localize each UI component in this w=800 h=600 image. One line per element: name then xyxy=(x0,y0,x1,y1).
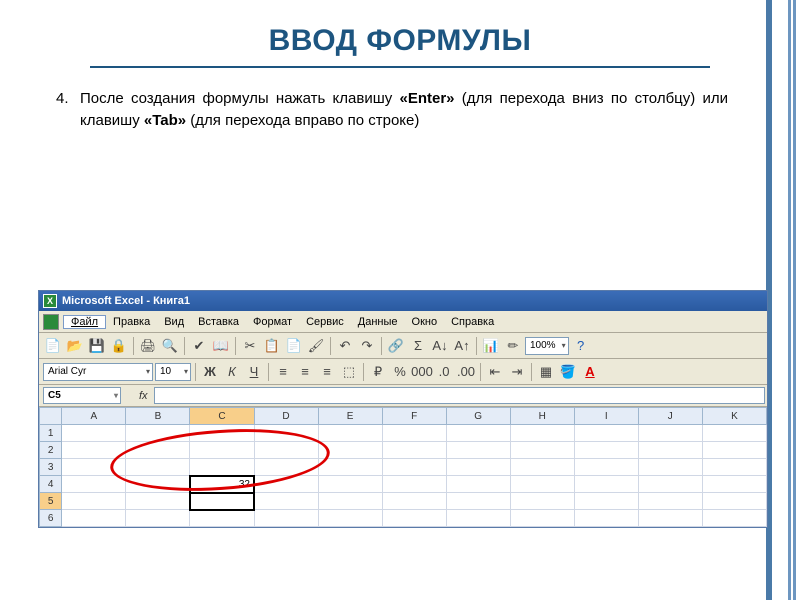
formula-bar[interactable] xyxy=(154,387,765,404)
percent-icon[interactable]: % xyxy=(390,362,410,382)
save-icon[interactable]: 💾 xyxy=(87,336,107,356)
decrease-decimal-icon[interactable]: .00 xyxy=(456,362,476,382)
zoom-select[interactable]: 100% xyxy=(525,337,569,355)
col-header[interactable]: K xyxy=(702,408,766,425)
col-header[interactable]: C xyxy=(190,408,254,425)
excel-titlebar: X Microsoft Excel - Книга1 xyxy=(39,291,767,311)
col-header[interactable]: E xyxy=(318,408,382,425)
cell-c4[interactable]: 32 xyxy=(190,476,254,493)
slide-content: 4. После создания формулы нажать клавишу… xyxy=(0,88,800,132)
research-icon[interactable]: 📖 xyxy=(211,336,231,356)
copy-icon[interactable]: 📋 xyxy=(262,336,282,356)
preview-icon[interactable]: 🔍 xyxy=(160,336,180,356)
open-icon[interactable]: 📂 xyxy=(65,336,85,356)
list-number: 4. xyxy=(56,88,80,132)
font-name-select[interactable]: Arial Cyr xyxy=(43,363,153,381)
col-header[interactable]: B xyxy=(126,408,190,425)
fx-label[interactable]: fx xyxy=(139,390,148,402)
borders-icon[interactable]: ▦ xyxy=(536,362,556,382)
underline-button[interactable]: Ч xyxy=(244,362,264,382)
sort-desc-icon[interactable]: A↑ xyxy=(452,336,472,356)
slide-title: ВВОД ФОРМУЛЫ xyxy=(0,0,800,62)
workbook-icon xyxy=(43,314,59,330)
print-icon[interactable]: 🖨 xyxy=(138,336,158,356)
text-part: (для перехода вправо по строке) xyxy=(186,112,419,129)
permission-icon[interactable]: 🔒 xyxy=(109,336,129,356)
font-color-icon[interactable]: A xyxy=(580,362,600,382)
excel-icon: X xyxy=(43,294,57,308)
menu-format[interactable]: Формат xyxy=(246,316,299,328)
standard-toolbar: 📄 📂 💾 🔒 🖨 🔍 ✔ 📖 ✂ 📋 📄 🖌 ↶ ↷ 🔗 Σ A↓ A↑ � xyxy=(39,333,767,359)
excel-window: X Microsoft Excel - Книга1 Файл Правка В… xyxy=(38,290,768,528)
text-bold: «Enter» xyxy=(400,90,455,107)
currency-icon[interactable]: ₽ xyxy=(368,362,388,382)
font-size-select[interactable]: 10 xyxy=(155,363,191,381)
col-header[interactable]: I xyxy=(574,408,638,425)
menu-file[interactable]: Файл xyxy=(63,315,106,329)
col-header[interactable]: D xyxy=(254,408,318,425)
bold-button[interactable]: Ж xyxy=(200,362,220,382)
row-header[interactable]: 1 xyxy=(40,425,62,442)
formula-bar-row: C5 fx xyxy=(39,385,767,407)
autosum-icon[interactable]: Σ xyxy=(408,336,428,356)
chart-icon[interactable]: 📊 xyxy=(481,336,501,356)
increase-decimal-icon[interactable]: .0 xyxy=(434,362,454,382)
excel-title: Microsoft Excel - Книга1 xyxy=(62,295,190,307)
text-part: После создания формулы нажать клавишу xyxy=(80,90,400,107)
menu-data[interactable]: Данные xyxy=(351,316,405,328)
format-painter-icon[interactable]: 🖌 xyxy=(306,336,326,356)
col-header[interactable]: F xyxy=(382,408,446,425)
col-header[interactable]: A xyxy=(62,408,126,425)
decrease-indent-icon[interactable]: ⇤ xyxy=(485,362,505,382)
text-bold: «Tab» xyxy=(144,112,186,129)
align-right-icon[interactable]: ≡ xyxy=(317,362,337,382)
menu-insert[interactable]: Вставка xyxy=(191,316,246,328)
merge-icon[interactable]: ⬚ xyxy=(339,362,359,382)
menu-window[interactable]: Окно xyxy=(405,316,445,328)
excel-menubar: Файл Правка Вид Вставка Формат Сервис Да… xyxy=(39,311,767,333)
align-left-icon[interactable]: ≡ xyxy=(273,362,293,382)
help-icon[interactable]: ? xyxy=(571,336,591,356)
comma-icon[interactable]: 000 xyxy=(412,362,432,382)
sort-asc-icon[interactable]: A↓ xyxy=(430,336,450,356)
list-text: После создания формулы нажать клавишу «E… xyxy=(80,88,728,132)
menu-view[interactable]: Вид xyxy=(157,316,191,328)
fill-color-icon[interactable]: 🪣 xyxy=(558,362,578,382)
spreadsheet-grid[interactable]: A B C D E F G H I J K 1 2 3 4 32 5 6 xyxy=(39,407,767,527)
row-header[interactable]: 3 xyxy=(40,459,62,476)
redo-icon[interactable]: ↷ xyxy=(357,336,377,356)
formatting-toolbar: Arial Cyr 10 Ж К Ч ≡ ≡ ≡ ⬚ ₽ % 000 .0 .0… xyxy=(39,359,767,385)
menu-help[interactable]: Справка xyxy=(444,316,501,328)
undo-icon[interactable]: ↶ xyxy=(335,336,355,356)
spelling-icon[interactable]: ✔ xyxy=(189,336,209,356)
row-header[interactable]: 5 xyxy=(40,493,62,510)
row-header[interactable]: 4 xyxy=(40,476,62,493)
row-header[interactable]: 6 xyxy=(40,510,62,527)
select-all-corner[interactable] xyxy=(40,408,62,425)
menu-edit[interactable]: Правка xyxy=(106,316,157,328)
menu-tools[interactable]: Сервис xyxy=(299,316,351,328)
name-box[interactable]: C5 xyxy=(43,387,121,404)
row-header[interactable]: 2 xyxy=(40,442,62,459)
title-divider xyxy=(90,66,710,68)
new-icon[interactable]: 📄 xyxy=(43,336,63,356)
italic-button[interactable]: К xyxy=(222,362,242,382)
col-header[interactable]: G xyxy=(446,408,510,425)
drawing-icon[interactable]: ✏ xyxy=(503,336,523,356)
col-header[interactable]: J xyxy=(638,408,702,425)
cut-icon[interactable]: ✂ xyxy=(240,336,260,356)
align-center-icon[interactable]: ≡ xyxy=(295,362,315,382)
paste-icon[interactable]: 📄 xyxy=(284,336,304,356)
increase-indent-icon[interactable]: ⇥ xyxy=(507,362,527,382)
hyperlink-icon[interactable]: 🔗 xyxy=(386,336,406,356)
cell-c5-active[interactable] xyxy=(190,493,254,510)
col-header[interactable]: H xyxy=(510,408,574,425)
